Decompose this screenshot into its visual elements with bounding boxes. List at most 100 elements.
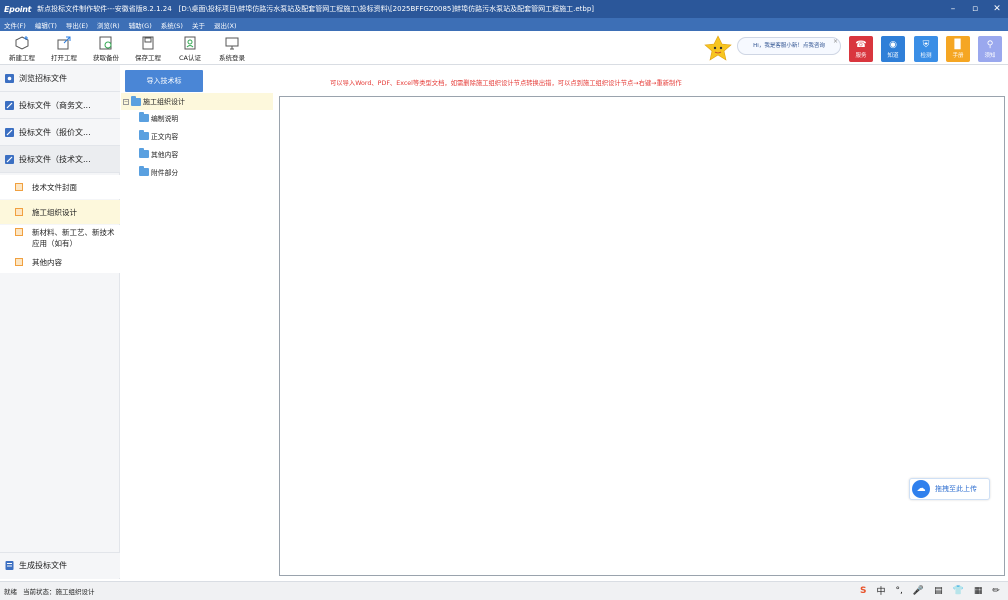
sub-other-content[interactable]: 其他内容 [0,251,120,273]
tree-item[interactable]: 其他内容 [139,146,178,162]
menu-system[interactable]: 系统(S) [161,20,183,30]
close-button[interactable]: ✕ [986,0,1008,18]
login-icon [210,35,254,51]
sub-label: 施工组织设计 [32,207,77,217]
new-project-button[interactable]: 新建工程 [0,35,44,62]
new-project-label: 新建工程 [9,54,35,62]
nav-technical-doc[interactable]: 投标文件（技术文... [0,146,120,173]
pen-icon[interactable]: ✏ [992,586,1000,596]
sidebar: 浏览招标文件 投标文件（商务文... 投标文件（报价文... 投标文件（技术文.… [0,65,120,579]
status-value: 施工组织设计 [55,588,95,596]
menu-edit[interactable]: 编辑(T) [35,20,57,30]
document-content-area[interactable] [279,96,1005,576]
knowledge-icon: ◉ [889,40,897,50]
punctuation-icon[interactable]: °, [896,586,903,596]
import-tech-bid-button[interactable]: 导入技术标 [125,70,203,92]
status-ready: 就绪 [4,588,17,596]
nav-label: 投标文件（技术文... [19,154,91,164]
ca-auth-button[interactable]: CA认证 [168,35,212,62]
menu-export[interactable]: 导出(E) [66,20,88,30]
edit-icon [5,127,14,137]
doc-icon [15,258,23,266]
keyboard-icon[interactable]: ▤ [934,586,943,596]
service-button[interactable]: ☎ 服务 [849,36,873,62]
microphone-icon[interactable]: 🎤 [913,586,924,596]
phone-icon: ☎ [855,40,867,50]
generate-bid-button[interactable]: 生成投标文件 [0,552,120,578]
import-hint: 可以导入Word、PDF、Excel等类型文档，如需删除施工组织设计节点转换出错… [330,80,682,87]
menu-file[interactable]: 文件(F) [4,20,26,30]
sub-label: 其他内容 [32,257,62,267]
notice-button[interactable]: ⚲ 须知 [978,36,1002,62]
backup-icon [84,35,128,51]
save-icon [126,35,170,51]
sub-construction-design[interactable]: 施工组织设计 [0,200,120,224]
backup-button[interactable]: 获取备份 [84,35,128,62]
folder-icon [139,166,149,176]
window-title: 新点投标文件制作软件---安徽省版8.2.1.24 [D:\桌面\投标项目\蚌埠… [37,5,595,13]
outline-tree: − 施工组织设计 编制说明 正文内容 其他内容 附件部分 [121,93,278,577]
backup-label: 获取备份 [93,54,119,62]
save-project-button[interactable]: 保存工程 [126,35,170,62]
eye-icon [5,73,14,83]
toolbox-icon[interactable]: ▦ [974,586,983,596]
menu-bar: 文件(F) 编辑(T) 导出(E) 浏览(R) 辅助(G) 系统(S) 关于 退… [0,18,1008,31]
check-button[interactable]: ⛨ 检测 [914,36,938,62]
window-controls: – ▫ ✕ [942,0,1008,18]
menu-browse[interactable]: 浏览(R) [97,20,120,30]
tree-root-label: 施工组织设计 [143,97,185,106]
ime-toolbar: S 中 °, 🎤 ▤ 👕 ▦ ✏ [855,583,1005,598]
save-label: 保存工程 [135,54,161,62]
ca-icon [168,35,212,51]
assistant-mascot-icon[interactable] [703,35,733,61]
nav-browse-tender[interactable]: 浏览招标文件 [0,65,120,92]
check-label: 检测 [920,53,932,59]
knowledge-label: 知道 [887,53,899,59]
nav-business-doc[interactable]: 投标文件（商务文... [0,92,120,119]
knowledge-button[interactable]: ◉ 知道 [881,36,905,62]
generate-label: 生成投标文件 [19,561,67,570]
tree-root[interactable]: − 施工组织设计 [121,93,273,110]
folder-icon [131,95,141,106]
open-project-icon [42,35,86,51]
tree-item-label: 附件部分 [151,169,179,177]
menu-exit[interactable]: 退出(X) [214,20,237,30]
sub-new-materials[interactable]: 新材料、新工艺、新技术应用（如有） [0,225,120,253]
sub-tech-cover[interactable]: 技术文件封面 [0,175,120,199]
manual-label: 手册 [952,53,964,59]
doc-icon [15,228,23,236]
edit-icon [5,154,14,164]
manual-button[interactable]: ▉ 手册 [946,36,970,62]
shield-icon: ⛨ [922,40,930,50]
edit-icon [5,100,14,110]
drag-upload-button[interactable]: ☁ 拖拽至此上传 [909,478,990,500]
folder-icon [139,112,149,122]
chinese-mode-icon[interactable]: 中 [876,584,885,597]
notice-label: 须知 [984,53,996,59]
login-label: 系统登录 [219,54,245,62]
sub-label: 技术文件封面 [32,182,77,192]
menu-about[interactable]: 关于 [192,20,205,30]
open-project-button[interactable]: 打开工程 [42,35,86,62]
ca-label: CA认证 [179,54,201,62]
manual-icon: ▉ [954,40,962,50]
tree-item-label: 编制说明 [151,115,179,123]
upload-label: 拖拽至此上传 [935,485,977,493]
cloud-upload-icon: ☁ [912,480,930,498]
nav-price-doc[interactable]: 投标文件（报价文... [0,119,120,146]
collapse-icon[interactable]: − [123,98,129,105]
tree-item[interactable]: 附件部分 [139,164,178,180]
assistant-bubble[interactable]: Hi，我是客服小新！点我咨询 × [737,37,841,55]
skin-icon[interactable]: 👕 [953,586,964,596]
minimize-button[interactable]: – [942,0,964,18]
tree-item[interactable]: 编制说明 [139,110,178,126]
tree-item[interactable]: 正文内容 [139,128,178,144]
tree-item-label: 正文内容 [151,133,179,141]
assistant-close-icon[interactable]: × [833,34,838,50]
open-project-label: 打开工程 [51,54,77,62]
sogou-icon[interactable]: S [860,586,866,596]
system-login-button[interactable]: 系统登录 [210,35,254,62]
restore-button[interactable]: ▫ [964,0,986,18]
nav-label: 浏览招标文件 [19,73,67,83]
menu-assist[interactable]: 辅助(G) [129,20,152,30]
